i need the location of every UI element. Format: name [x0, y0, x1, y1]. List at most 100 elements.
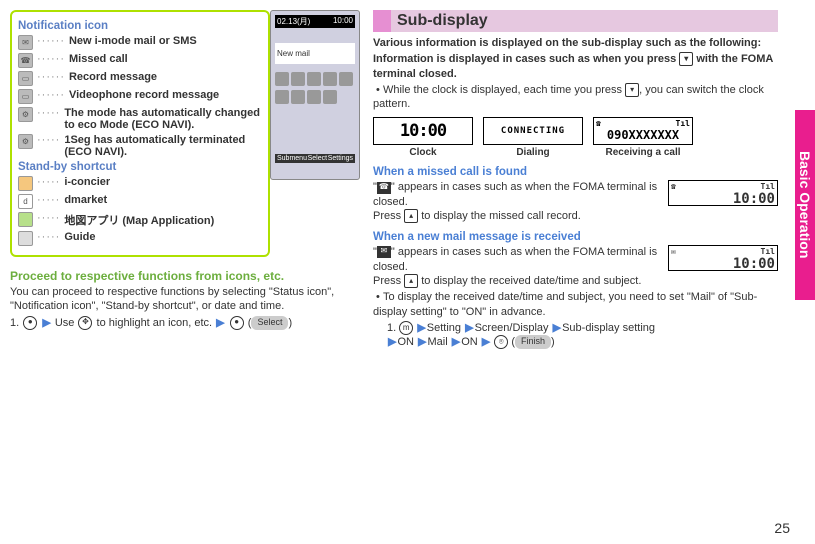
sub-display-intro2: Information is displayed in cases such a…: [373, 52, 778, 81]
sub-display-setting-path: 1. m ▶Setting ▶Screen/Display ▶Sub-displ…: [387, 321, 778, 350]
new-mail-note: • To display the received date/time and …: [373, 290, 778, 319]
sub-display-examples: 10:00 CONNECTING ☎ Tıl 090XXXXXXX: [373, 117, 778, 145]
notification-label: Videophone record message: [69, 89, 219, 101]
sub-display-intro1: Various information is displayed on the …: [373, 36, 778, 50]
side-key-up-icon: ▴: [404, 209, 418, 223]
sub-display-missed-call: ☎Tıl 10:00: [668, 180, 778, 206]
record-message-icon: ▭: [18, 71, 33, 86]
new-mail-heading: When a new mail message is received: [373, 231, 778, 243]
side-key-up-icon: ▴: [404, 274, 418, 288]
shortcut-icon: [275, 90, 289, 104]
new-mail-text: ✉Tıl 10:00 "✉" appears in cases such as …: [373, 245, 778, 288]
standby-label: dmarket: [64, 194, 107, 206]
guide-icon: [18, 231, 33, 246]
side-tab: Basic Operation: [795, 110, 815, 300]
center-key-icon: ●: [23, 316, 37, 330]
map-app-icon: [18, 212, 33, 227]
menu-key-icon: m: [399, 321, 413, 335]
missed-call-icon: ☎: [18, 53, 33, 68]
caret-icon: ▶: [553, 322, 561, 334]
notify-icon: [275, 72, 289, 86]
notification-label: Record message: [69, 71, 157, 83]
caret-icon: ▶: [388, 336, 396, 348]
proceed-step: 1. ● ▶ Use ✥ to highlight an icon, etc. …: [10, 316, 365, 330]
missed-call-display-icon: ☎: [377, 182, 391, 194]
standby-shortcut-heading: Stand-by shortcut: [18, 161, 262, 173]
caret-icon: ▶: [452, 336, 460, 348]
caret-icon: ▶: [417, 322, 425, 334]
oneseg-terminated-icon: ⚙: [18, 134, 33, 149]
phone-softkey-left: Submenu: [277, 155, 307, 162]
sub-display-receiving: ☎ Tıl 090XXXXXXX: [593, 117, 693, 145]
caret-icon: ▶: [42, 317, 50, 329]
notification-row: ☎ ······ Missed call: [18, 53, 262, 68]
standby-row: ····· i-concier: [18, 176, 262, 191]
new-mail-display-icon: ✉: [377, 246, 391, 258]
notification-row: ✉ ······ New i-mode mail or SMS: [18, 35, 262, 50]
notify-icon: [323, 72, 337, 86]
phone-softkey-mid: Select: [308, 155, 327, 162]
clock-switch-note: • While the clock is displayed, each tim…: [373, 83, 778, 112]
notification-icon-heading: Notification icon: [18, 20, 262, 32]
incoming-call-icon: ☎: [596, 120, 601, 129]
sub-display-heading: Sub-display: [373, 10, 778, 32]
standby-label: 地図アプリ (Map Application): [64, 212, 214, 228]
shortcut-icon: [291, 90, 305, 104]
videophone-record-icon: ▭: [18, 89, 33, 104]
proceed-text: You can proceed to respective functions …: [10, 285, 365, 314]
phone-new-mail-banner: New mail: [275, 43, 355, 64]
select-pill: Select: [251, 316, 288, 330]
label-clock: Clock: [373, 147, 473, 158]
phone-clock: 10:00: [333, 16, 353, 27]
shortcut-icon: [323, 90, 337, 104]
dmarket-icon: d: [18, 194, 33, 209]
camera-key-icon: ⌾: [494, 335, 508, 349]
notify-icon: [307, 72, 321, 86]
phone-notification-icons-row: [275, 72, 355, 86]
label-receiving: Receiving a call: [593, 147, 693, 158]
caret-icon: ▶: [465, 322, 473, 334]
sub-display-clock: 10:00: [373, 117, 473, 145]
caret-icon: ▶: [482, 336, 490, 348]
caret-icon: ▶: [418, 336, 426, 348]
side-key-down-icon: ▾: [679, 52, 693, 66]
sub-display-dialing: CONNECTING: [483, 117, 583, 145]
missed-call-heading: When a missed call is found: [373, 166, 778, 178]
missed-call-phone-icon: ☎: [671, 181, 676, 193]
side-key-down-icon: ▾: [625, 83, 639, 97]
standby-label: i-concier: [64, 176, 110, 188]
i-concier-icon: [18, 176, 33, 191]
phone-shortcut-row: [275, 90, 355, 104]
mail-display-icon: ✉: [671, 246, 676, 258]
notification-row: ⚙ ····· The mode has automatically chang…: [18, 107, 262, 131]
phone-date: 02.13(月): [277, 16, 310, 27]
shortcut-icon: [307, 90, 321, 104]
mail-icon: ✉: [18, 35, 33, 50]
eco-mode-icon: ⚙: [18, 107, 33, 122]
caret-icon: ▶: [216, 317, 224, 329]
notification-label: New i-mode mail or SMS: [69, 35, 197, 47]
notification-label: The mode has automatically changed to ec…: [64, 107, 262, 131]
phone-preview: 02.13(月) 10:00 New mail Submenu Select: [270, 10, 360, 180]
center-key-icon: ●: [230, 316, 244, 330]
proceed-heading: Proceed to respective functions from ico…: [10, 269, 365, 283]
notification-row: ▭ ······ Videophone record message: [18, 89, 262, 104]
standby-label: Guide: [64, 231, 95, 243]
page-number: 25: [774, 520, 790, 536]
notify-icon: [291, 72, 305, 86]
notification-row: ▭ ······ Record message: [18, 71, 262, 86]
standby-row: ····· 地図アプリ (Map Application): [18, 212, 262, 228]
label-dialing: Dialing: [483, 147, 583, 158]
phone-softkey-right: Settings: [328, 155, 353, 162]
notification-label: Missed call: [69, 53, 128, 65]
notification-box: Notification icon ✉ ······ New i-mode ma…: [10, 10, 270, 257]
notification-row: ⚙ ····· 1Seg has automatically terminate…: [18, 134, 262, 158]
dots: ······: [37, 35, 65, 47]
notification-label: 1Seg has automatically terminated (ECO N…: [64, 134, 262, 158]
missed-call-text: ☎Tıl 10:00 "☎" appears in cases such as …: [373, 180, 778, 223]
standby-row: d ····· dmarket: [18, 194, 262, 209]
standby-row: ····· Guide: [18, 231, 262, 246]
finish-pill: Finish: [515, 335, 551, 349]
notify-icon: [339, 72, 353, 86]
dpad-icon: ✥: [78, 316, 92, 330]
